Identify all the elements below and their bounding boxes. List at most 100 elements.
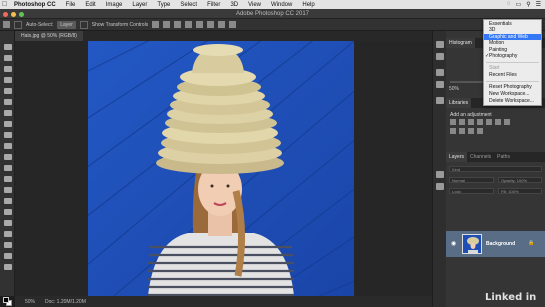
tab-histogram[interactable]: Histogram: [446, 38, 475, 48]
menu-help[interactable]: Help: [297, 2, 319, 8]
menu-filter[interactable]: Filter: [202, 2, 225, 8]
workspace-photography-row[interactable]: ✓ Photography: [484, 53, 541, 59]
clone-stamp-tool-icon[interactable]: [4, 132, 12, 138]
photo-filter-icon[interactable]: [459, 128, 465, 134]
actions-panel-icon[interactable]: [436, 53, 444, 60]
blur-tool-icon[interactable]: [4, 176, 12, 182]
channel-mixer-icon[interactable]: [468, 128, 474, 134]
menu-select[interactable]: Select: [175, 2, 202, 8]
move-tool-icon[interactable]: [4, 44, 12, 50]
document-tab[interactable]: Hats.jpg @ 50% (RGB/8): [15, 31, 83, 41]
layer-filter-kind[interactable]: Kind: [449, 166, 542, 172]
auto-select-label: Auto-Select:: [26, 21, 54, 28]
hand-tool-icon[interactable]: [4, 242, 12, 248]
workspace-3d[interactable]: 3D: [484, 27, 541, 33]
workspace-recent-files[interactable]: Recent Files: [484, 72, 541, 78]
history-brush-tool-icon[interactable]: [4, 143, 12, 149]
menu-type[interactable]: Type: [152, 2, 175, 8]
search-icon[interactable]: ⚲: [526, 1, 530, 8]
align-top-icon[interactable]: [185, 21, 193, 28]
info-panel-icon[interactable]: [436, 81, 444, 88]
lock-icon[interactable]: 🔒: [528, 240, 534, 246]
more-tools-icon[interactable]: [4, 264, 12, 270]
zoom-level[interactable]: 50%: [25, 299, 35, 305]
workspace-motion[interactable]: Motion: [484, 40, 541, 46]
menu-app-name[interactable]: Photoshop CC: [9, 2, 61, 8]
history-panel-icon[interactable]: [436, 41, 444, 48]
apple-icon[interactable]: : [0, 1, 9, 8]
delete-workspace[interactable]: Delete Workspace...: [484, 98, 541, 104]
foreground-color-swatch[interactable]: [3, 297, 9, 303]
black-white-icon[interactable]: [450, 128, 456, 134]
fill-field[interactable]: Fill: 100%: [498, 188, 542, 194]
battery-icon[interactable]: ▭: [516, 1, 522, 8]
paragraph-panel-icon[interactable]: [436, 97, 444, 104]
levels-icon[interactable]: [459, 119, 465, 125]
adjustments-title: Add an adjustment: [450, 112, 492, 118]
brush-tool-icon[interactable]: [4, 121, 12, 127]
show-transform-checkbox[interactable]: [79, 20, 88, 29]
align-right-icon[interactable]: [174, 21, 182, 28]
3d-mode-icon[interactable]: [229, 21, 237, 28]
hue-saturation-icon[interactable]: [495, 119, 501, 125]
healing-brush-tool-icon[interactable]: [4, 110, 12, 116]
workspace-start[interactable]: Start: [484, 65, 541, 71]
gradient-tool-icon[interactable]: [4, 165, 12, 171]
align-center-icon[interactable]: [163, 21, 171, 28]
align-middle-icon[interactable]: [196, 21, 204, 28]
new-workspace[interactable]: New Workspace...: [484, 91, 541, 97]
tab-libraries[interactable]: Libraries: [446, 98, 472, 108]
menu-window[interactable]: Window: [266, 2, 297, 8]
layer-name[interactable]: Background: [486, 241, 515, 247]
lasso-tool-icon[interactable]: [4, 66, 12, 72]
brush-panel-icon[interactable]: [436, 171, 444, 178]
crop-tool-icon[interactable]: [4, 88, 12, 94]
curves-icon[interactable]: [468, 119, 474, 125]
menu-layer[interactable]: Layer: [127, 2, 152, 8]
move-tool-preset-icon[interactable]: [3, 21, 10, 28]
vibrance-icon[interactable]: [486, 119, 492, 125]
color-lookup-icon[interactable]: [477, 128, 483, 134]
menu-file[interactable]: File: [61, 2, 81, 8]
clone-source-panel-icon[interactable]: [436, 183, 444, 190]
wifi-icon[interactable]: ◌: [507, 1, 511, 8]
opacity-field[interactable]: Opacity: 100%: [498, 177, 542, 183]
marquee-tool-icon[interactable]: [4, 55, 12, 61]
menu-3d[interactable]: 3D: [225, 2, 243, 8]
auto-select-checkbox[interactable]: [14, 20, 22, 29]
document-image[interactable]: [88, 41, 354, 296]
dodge-tool-icon[interactable]: [4, 187, 12, 193]
document-info[interactable]: Doc: 1.20M/1.20M: [45, 299, 86, 305]
menu-image[interactable]: Image: [101, 2, 128, 8]
tab-paths[interactable]: Paths: [494, 152, 513, 162]
exposure-icon[interactable]: [477, 119, 483, 125]
path-select-tool-icon[interactable]: [4, 220, 12, 226]
menu-view[interactable]: View: [243, 2, 266, 8]
tab-layers[interactable]: Layers: [446, 152, 468, 162]
auto-select-dropdown[interactable]: Layer: [57, 20, 76, 29]
menu-edit[interactable]: Edit: [80, 2, 100, 8]
type-tool-icon[interactable]: [4, 209, 12, 215]
blend-mode-dropdown[interactable]: Normal: [449, 177, 494, 183]
reset-workspace[interactable]: Reset Photography: [484, 84, 541, 90]
quick-select-tool-icon[interactable]: [4, 77, 12, 83]
lock-controls[interactable]: Lock:: [449, 188, 494, 194]
brightness-icon[interactable]: [450, 119, 456, 125]
zoom-tool-icon[interactable]: [4, 253, 12, 259]
layer-row-background[interactable]: ◉ Background 🔒: [446, 231, 545, 257]
pen-tool-icon[interactable]: [4, 198, 12, 204]
properties-panel-icon[interactable]: [436, 69, 444, 76]
color-balance-icon[interactable]: [504, 119, 510, 125]
shape-tool-icon[interactable]: [4, 231, 12, 237]
navigator-zoom-value[interactable]: 50%: [449, 86, 459, 92]
window-title: Adobe Photoshop CC 2017: [235, 11, 310, 17]
tab-channels[interactable]: Channels: [467, 152, 494, 162]
eraser-tool-icon[interactable]: [4, 154, 12, 160]
distribute-icon[interactable]: [218, 21, 226, 28]
align-left-icon[interactable]: [152, 21, 160, 28]
visibility-eye-icon[interactable]: ◉: [451, 240, 457, 247]
menu-list-icon[interactable]: ☰: [536, 1, 541, 8]
workspace-photography[interactable]: Photography: [489, 53, 517, 59]
align-bottom-icon[interactable]: [207, 21, 215, 28]
eyedropper-tool-icon[interactable]: [4, 99, 12, 105]
